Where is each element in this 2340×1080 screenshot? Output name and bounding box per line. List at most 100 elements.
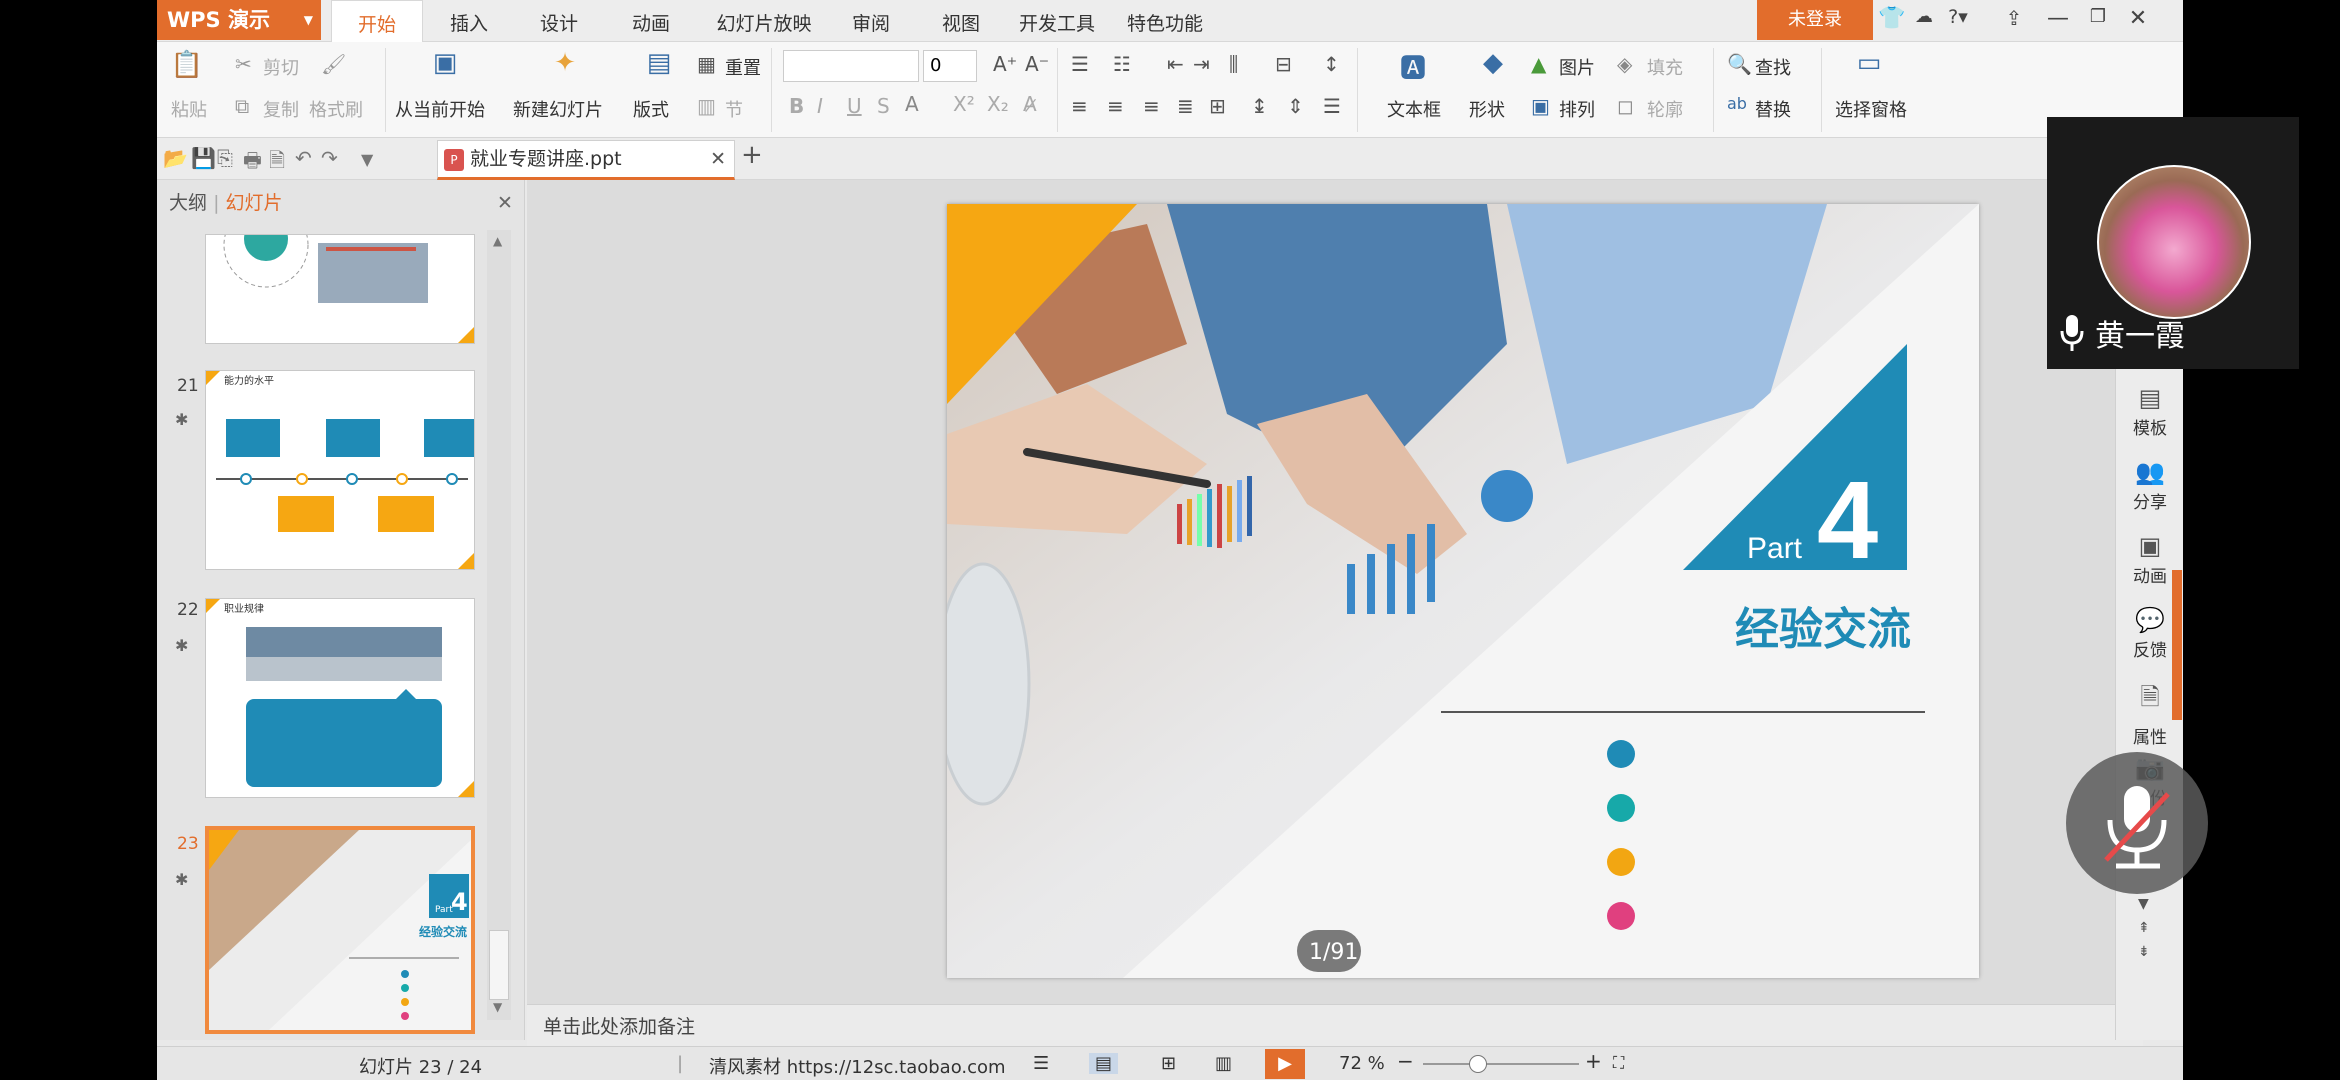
text-direction-icon[interactable]: ⊟ (1275, 52, 1292, 76)
reading-view-icon[interactable]: ▥ (1215, 1053, 1232, 1074)
find-button[interactable]: 查找 (1755, 54, 1791, 80)
paste-button[interactable]: 粘贴 (171, 96, 207, 122)
align-center-icon[interactable]: ≡ (1107, 94, 1124, 118)
shadow-icon[interactable]: S (877, 94, 890, 118)
share-button[interactable]: 👥 分享 (2116, 458, 2183, 513)
pane-expand-handle[interactable] (2172, 570, 2182, 720)
bullets-icon[interactable]: ☰ (1071, 52, 1089, 76)
slide-thumbnail-active[interactable]: Part 4 经验交流 (205, 826, 475, 1034)
tab-insert[interactable]: 插入 (437, 0, 501, 42)
clear-format-icon[interactable]: A̷ (1023, 92, 1037, 116)
zoom-slider[interactable] (1423, 1055, 1579, 1073)
picture-button[interactable]: 图片 (1559, 54, 1595, 80)
new-tab-icon[interactable]: + (741, 140, 763, 170)
section-button[interactable]: 节 (725, 96, 743, 122)
tab-slideshow[interactable]: 幻灯片放映 (709, 0, 819, 42)
close-tab-icon[interactable]: ✕ (710, 141, 726, 177)
scroll-down-icon[interactable]: ▼ (493, 1000, 502, 1014)
fit-window-icon[interactable]: ⛶ (1613, 1053, 1624, 1073)
login-button[interactable]: 未登录 (1757, 0, 1873, 40)
fill-button[interactable]: 填充 (1647, 54, 1683, 80)
text-box-button[interactable]: 文本框 (1387, 96, 1441, 122)
from-current-button[interactable]: 从当前开始 (395, 96, 485, 122)
zoom-level[interactable]: 72 % (1339, 1053, 1385, 1074)
help-button[interactable]: ?▾ (1943, 6, 1973, 28)
template-button[interactable]: ▤ 模板 (2116, 384, 2183, 439)
arrange-button[interactable]: 排列 (1559, 96, 1595, 122)
close-icon[interactable]: ✕ (2123, 6, 2153, 31)
close-panel-icon[interactable]: ✕ (497, 180, 513, 226)
scroll-up-icon[interactable]: ▲ (493, 234, 502, 248)
underline-icon[interactable]: U (847, 94, 862, 118)
tab-review[interactable]: 审阅 (839, 0, 903, 42)
shape-button[interactable]: 形状 (1469, 96, 1505, 122)
print-icon[interactable]: 🖶 (243, 146, 262, 180)
tab-home[interactable]: 开始 (331, 0, 423, 43)
replace-button[interactable]: 替换 (1755, 96, 1791, 122)
align-left-icon[interactable]: ≡ (1071, 94, 1088, 118)
spell-check-icon[interactable]: ☰ (1033, 1053, 1049, 1074)
document-tab[interactable]: P 就业专题讲座.ppt ✕ (437, 140, 735, 180)
slide-thumbnail[interactable]: 职业规律 (205, 598, 475, 798)
normal-view-icon[interactable]: ▤ (1089, 1053, 1119, 1074)
numbering-icon[interactable]: ☷ (1113, 52, 1131, 76)
zoom-slider-thumb[interactable] (1468, 1055, 1487, 1073)
tab-view[interactable]: 视图 (929, 0, 993, 42)
next-slide-icon[interactable]: ⇟ (2138, 944, 2150, 960)
zoom-in-icon[interactable]: + (1585, 1049, 1602, 1073)
zoom-out-icon[interactable]: − (1397, 1049, 1414, 1073)
undo-icon[interactable]: ↶ (295, 146, 312, 170)
slide-sorter-icon[interactable]: ⊞ (1161, 1053, 1176, 1074)
tab-features[interactable]: 特色功能 (1121, 0, 1209, 42)
columns-icon[interactable]: ⫼ (1229, 52, 1238, 76)
tab-developer[interactable]: 开发工具 (1013, 0, 1101, 42)
mute-microphone-button[interactable] (2066, 752, 2208, 894)
decrease-indent-icon[interactable]: ⇤ (1167, 52, 1184, 76)
selection-pane-button[interactable]: 选择窗格 (1835, 96, 1907, 122)
cut-button[interactable]: 剪切 (263, 54, 299, 80)
thumbnail-scrollbar[interactable]: ▲ ▼ (487, 230, 511, 1020)
layout-button[interactable]: 版式 (633, 96, 669, 122)
slide-thumbnail[interactable]: 能力的水平 (205, 370, 475, 570)
para-spacing-icon[interactable]: ⇕ (1287, 94, 1304, 118)
distribute-icon[interactable]: ⊞ (1209, 94, 1226, 118)
scroll-down-icon[interactable]: ▼ (2138, 896, 2149, 912)
scroll-thumb[interactable] (489, 930, 509, 1000)
video-call-tile[interactable]: 黄一霞 (2047, 117, 2299, 369)
font-name-select[interactable] (783, 50, 919, 82)
shrink-font-icon[interactable]: A⁻ (1025, 52, 1049, 76)
redo-icon[interactable]: ↷ (321, 146, 338, 170)
outline-button[interactable]: 轮廓 (1647, 96, 1683, 122)
export-pdf-icon[interactable]: ⎘ (217, 146, 233, 170)
notes-area[interactable]: 单击此处添加备注 (527, 1004, 2143, 1048)
subscript-icon[interactable]: X₂ (987, 92, 1009, 116)
slide-thumbnail[interactable] (205, 234, 475, 344)
app-menu-button[interactable]: WPS 演示 ▼ (157, 0, 321, 40)
upload-icon[interactable]: ⇪ (1999, 6, 2029, 30)
new-slide-button[interactable]: 新建幻灯片 (513, 96, 603, 122)
chat-icon[interactable]: ☁ (1909, 6, 1939, 27)
open-icon[interactable]: 📂 (163, 146, 188, 170)
skin-icon[interactable]: 👕 (1877, 6, 1907, 31)
justify-icon[interactable]: ≣ (1177, 94, 1194, 118)
superscript-icon[interactable]: X² (953, 92, 975, 116)
format-painter-button[interactable]: 格式刷 (309, 96, 363, 122)
prev-slide-icon[interactable]: ⇞ (2138, 920, 2150, 936)
restore-icon[interactable]: ❐ (2083, 6, 2113, 27)
outline-tab[interactable]: 大纲 (169, 192, 207, 214)
text-align-icon[interactable]: ↕ (1323, 52, 1340, 76)
current-slide[interactable]: Part 4 经验交流 1/91 (947, 204, 1979, 978)
slides-tab[interactable]: 幻灯片 (226, 192, 283, 214)
bold-icon[interactable]: B (789, 94, 804, 118)
minimize-icon[interactable]: — (2043, 6, 2073, 31)
font-color-icon[interactable]: A (905, 92, 919, 116)
paragraph-icon[interactable]: ☰ (1323, 94, 1341, 118)
increase-indent-icon[interactable]: ⇥ (1193, 52, 1210, 76)
line-spacing-icon[interactable]: ↨ (1251, 94, 1268, 118)
save-icon[interactable]: 💾 (191, 146, 216, 170)
dropdown-icon[interactable]: ▼ (361, 150, 373, 169)
paste-icon[interactable]: 📋 (167, 50, 207, 80)
align-right-icon[interactable]: ≡ (1143, 94, 1160, 118)
tab-design[interactable]: 设计 (527, 0, 591, 42)
reset-button[interactable]: 重置 (725, 54, 761, 80)
